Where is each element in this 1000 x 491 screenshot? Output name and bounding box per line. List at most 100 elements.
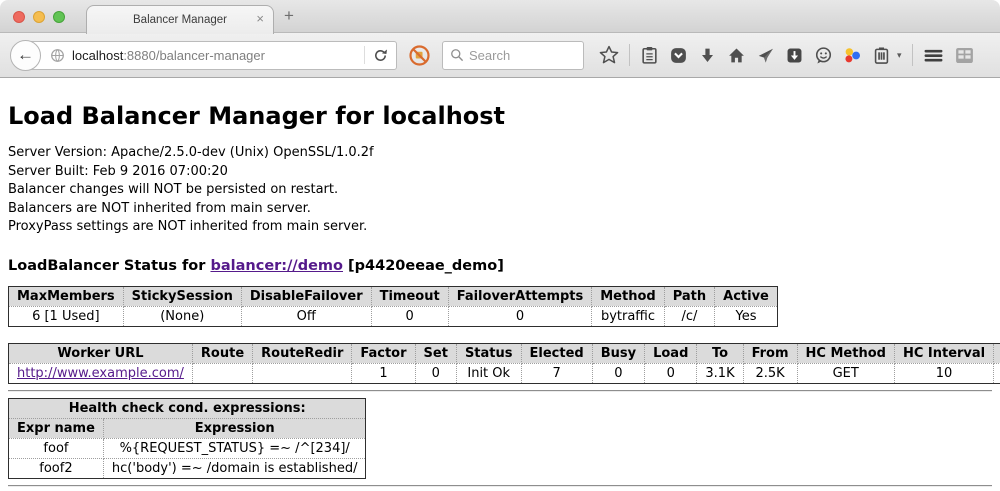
cell-stickysession: (None) xyxy=(123,306,241,326)
col-path: Path xyxy=(664,286,714,306)
cell-from: 2.5K xyxy=(743,363,797,383)
cell-factor: 1 xyxy=(352,363,415,383)
cell-to: 3.1K xyxy=(697,363,743,383)
divider xyxy=(8,485,992,487)
cell-method: bytraffic xyxy=(592,306,664,326)
grid-extension-icon[interactable] xyxy=(954,46,975,65)
titlebar: Balancer Manager × + xyxy=(0,0,1000,33)
col-worker-url: Worker URL xyxy=(9,343,193,363)
page-content: Load Balancer Manager for localhost Serv… xyxy=(0,78,1000,491)
chevron-down-icon[interactable]: ▾ xyxy=(897,50,902,61)
toolbar-divider xyxy=(912,44,913,66)
back-button[interactable]: ← xyxy=(10,40,41,71)
cell-route xyxy=(192,363,252,383)
close-window-button[interactable] xyxy=(13,11,25,23)
cell-busy: 0 xyxy=(592,363,644,383)
server-version-line: Server Version: Apache/2.5.0-dev (Unix) … xyxy=(8,144,992,163)
balancer-status-heading: LoadBalancer Status for balancer://demo … xyxy=(8,258,992,274)
reload-icon[interactable] xyxy=(373,48,388,63)
zoom-window-button[interactable] xyxy=(53,11,65,23)
search-input[interactable] xyxy=(469,48,576,63)
table-title-row: Health check cond. expressions: xyxy=(9,398,366,418)
proxypass-note-line: ProxyPass settings are NOT inherited fro… xyxy=(8,218,992,237)
pocket-icon[interactable] xyxy=(669,46,688,65)
col-maxmembers: MaxMembers xyxy=(9,286,124,306)
server-info: Server Version: Apache/2.5.0-dev (Unix) … xyxy=(8,144,992,237)
table-row: foof2 hc('body') =~ /domain is establish… xyxy=(9,458,366,478)
col-to: To xyxy=(697,343,743,363)
send-plane-icon[interactable] xyxy=(756,46,775,65)
worker-status-table: Worker URL Route RouteRedir Factor Set S… xyxy=(8,343,1000,384)
col-elected: Elected xyxy=(521,343,592,363)
cell-expr-name: foof2 xyxy=(9,458,104,478)
cell-expression: %{REQUEST_STATUS} =~ /^[234]/ xyxy=(103,438,366,458)
col-method: Method xyxy=(592,286,664,306)
cell-elected: 7 xyxy=(521,363,592,383)
toolbar-divider xyxy=(629,44,630,66)
navigation-toolbar: ← localhost:8880/balancer-manager xyxy=(0,33,1000,78)
cell-disablefailover: Off xyxy=(241,306,371,326)
url-bar[interactable]: localhost:8880/balancer-manager xyxy=(25,41,397,70)
extension-download-box-icon[interactable] xyxy=(785,46,804,65)
plugin-blocked-icon[interactable] xyxy=(408,44,431,67)
bookmark-star-icon[interactable] xyxy=(599,45,619,65)
cell-active: Yes xyxy=(715,306,778,326)
col-stickysession: StickySession xyxy=(123,286,241,306)
col-routeredir: RouteRedir xyxy=(253,343,352,363)
cell-routeredir xyxy=(253,363,352,383)
col-timeout: Timeout xyxy=(371,286,448,306)
balancer-demo-link[interactable]: balancer://demo xyxy=(210,258,343,274)
health-check-table: Health check cond. expressions: Expr nam… xyxy=(8,398,366,479)
divider xyxy=(8,390,992,392)
col-busy: Busy xyxy=(592,343,644,363)
col-passes: Passes xyxy=(994,343,1000,363)
table-header-row: Expr name Expression xyxy=(9,418,366,438)
table-header-row: MaxMembers StickySession DisableFailover… xyxy=(9,286,778,306)
worker-url-link[interactable]: http://www.example.com/ xyxy=(17,366,184,381)
col-failoverattempts: FailoverAttempts xyxy=(448,286,592,306)
status-prefix: LoadBalancer Status for xyxy=(8,258,210,274)
bookmarks-clipboard-icon[interactable] xyxy=(640,46,659,65)
browser-window: Balancer Manager × + ← localhost:8880/ba… xyxy=(0,0,1000,491)
battery-extension-icon[interactable] xyxy=(872,46,891,65)
table-row: 6 [1 Used] (None) Off 0 0 bytraffic /c/ … xyxy=(9,306,778,326)
color-dots-extension-icon[interactable] xyxy=(843,46,862,65)
col-factor: Factor xyxy=(352,343,415,363)
tab-title: Balancer Manager xyxy=(133,14,227,26)
cell-worker-url: http://www.example.com/ xyxy=(9,363,193,383)
balancer-settings-table: MaxMembers StickySession DisableFailover… xyxy=(8,286,778,327)
tab-balancer-manager[interactable]: Balancer Manager × xyxy=(86,5,274,34)
inherit-note-line: Balancers are NOT inherited from main se… xyxy=(8,200,992,219)
col-status: Status xyxy=(456,343,521,363)
cell-load: 0 xyxy=(645,363,697,383)
cell-path: /c/ xyxy=(664,306,714,326)
minimize-window-button[interactable] xyxy=(33,11,45,23)
status-suffix: [p4420eeae_demo] xyxy=(343,258,504,274)
search-icon xyxy=(450,48,464,62)
col-expression: Expression xyxy=(103,418,366,438)
cell-status: Init Ok xyxy=(456,363,521,383)
search-bar[interactable] xyxy=(442,41,584,70)
cell-failoverattempts: 0 xyxy=(448,306,592,326)
col-load: Load xyxy=(645,343,697,363)
cell-maxmembers: 6 [1 Used] xyxy=(9,306,124,326)
tab-close-icon[interactable]: × xyxy=(256,12,264,25)
globe-icon xyxy=(50,48,65,63)
table-header-row: Worker URL Route RouteRedir Factor Set S… xyxy=(9,343,1000,363)
url-text: localhost:8880/balancer-manager xyxy=(72,48,364,63)
cell-expr-name: foof xyxy=(9,438,104,458)
urlbar-divider xyxy=(364,46,365,64)
col-expr-name: Expr name xyxy=(9,418,104,438)
col-from: From xyxy=(743,343,797,363)
col-disablefailover: DisableFailover xyxy=(241,286,371,306)
downloads-icon[interactable] xyxy=(698,46,717,65)
menu-hamburger-icon[interactable] xyxy=(923,46,944,65)
health-table-title: Health check cond. expressions: xyxy=(9,398,366,418)
cell-set: 0 xyxy=(415,363,456,383)
home-icon[interactable] xyxy=(727,46,746,65)
persist-note-line: Balancer changes will NOT be persisted o… xyxy=(8,181,992,200)
chat-smiley-icon[interactable] xyxy=(814,46,833,65)
new-tab-button[interactable]: + xyxy=(284,6,294,26)
cell-hc-method: GET xyxy=(797,363,894,383)
cell-passes: 1 (0) xyxy=(994,363,1000,383)
